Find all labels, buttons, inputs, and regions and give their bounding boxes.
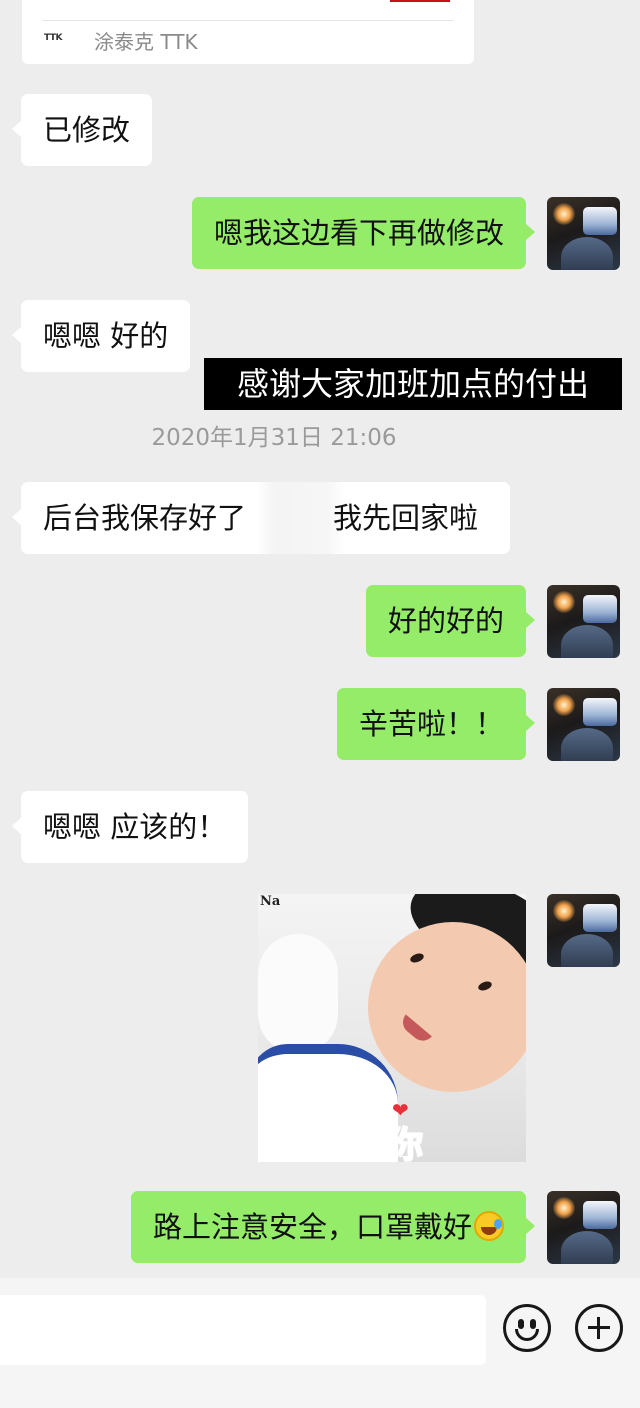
sticker-image[interactable]: Na ❤ 爱你 xyxy=(258,894,526,1162)
my-avatar[interactable] xyxy=(547,894,620,967)
message-text: 已修改 xyxy=(43,113,131,147)
sticker-watermark: Na xyxy=(260,894,281,909)
message-bubble-sent[interactable]: 路上注意安全，口罩戴好 xyxy=(130,1191,536,1263)
card-divider xyxy=(42,20,454,21)
child-face xyxy=(368,922,526,1092)
message-text-part1: 后台我保存好了 xyxy=(43,501,247,535)
chat-input-bar xyxy=(0,1278,640,1408)
message-bubble-sent[interactable]: 辛苦啦！！ xyxy=(336,688,536,760)
message-text: 嗯嗯 应该的！ xyxy=(43,810,227,844)
message-input[interactable] xyxy=(0,1295,486,1365)
message-text: 路上注意安全，口罩戴好 xyxy=(152,1210,472,1244)
my-avatar[interactable] xyxy=(547,1191,620,1264)
more-options-button[interactable] xyxy=(575,1304,623,1352)
message-text-part2: 我先回家啦 xyxy=(333,501,479,535)
message-text: 好的好的 xyxy=(387,604,504,638)
message-bubble-sent[interactable]: 嗯我这边看下再做修改 xyxy=(191,197,536,269)
message-bubble-sent[interactable]: 好的好的 xyxy=(365,585,536,657)
message-bubble-received[interactable]: 嗯嗯 好的 xyxy=(11,300,191,372)
sticker-caption: 爱你 xyxy=(349,1124,425,1162)
message-bubble-received[interactable]: 嗯嗯 应该的！ xyxy=(11,791,249,863)
message-bubble-received[interactable]: 已修改 xyxy=(11,94,153,166)
chat-timestamp: 2020年1月31日 21:06 xyxy=(151,425,397,451)
emoji-button[interactable] xyxy=(503,1304,551,1352)
my-avatar[interactable] xyxy=(547,688,620,761)
message-text: 嗯我这边看下再做修改 xyxy=(213,216,504,250)
article-image-edge xyxy=(390,0,450,2)
source-logo-icon: TTK xyxy=(44,33,62,43)
censored-region xyxy=(257,482,345,554)
my-avatar[interactable] xyxy=(547,197,620,270)
message-text: 辛苦啦！！ xyxy=(358,707,504,741)
laughing-crying-emoji-icon xyxy=(474,1211,504,1241)
source-name: 涂泰克 TTK xyxy=(94,30,198,54)
message-text: 嗯嗯 好的 xyxy=(43,319,169,353)
shared-article-card[interactable]: TTK 涂泰克 TTK xyxy=(22,0,474,64)
smile-icon xyxy=(506,1307,548,1349)
message-bubble-received[interactable]: 后台我保存好了 我先回家啦 xyxy=(12,482,510,554)
my-avatar[interactable] xyxy=(547,585,620,658)
video-caption: 感谢大家加班加点的付出 xyxy=(204,358,622,410)
